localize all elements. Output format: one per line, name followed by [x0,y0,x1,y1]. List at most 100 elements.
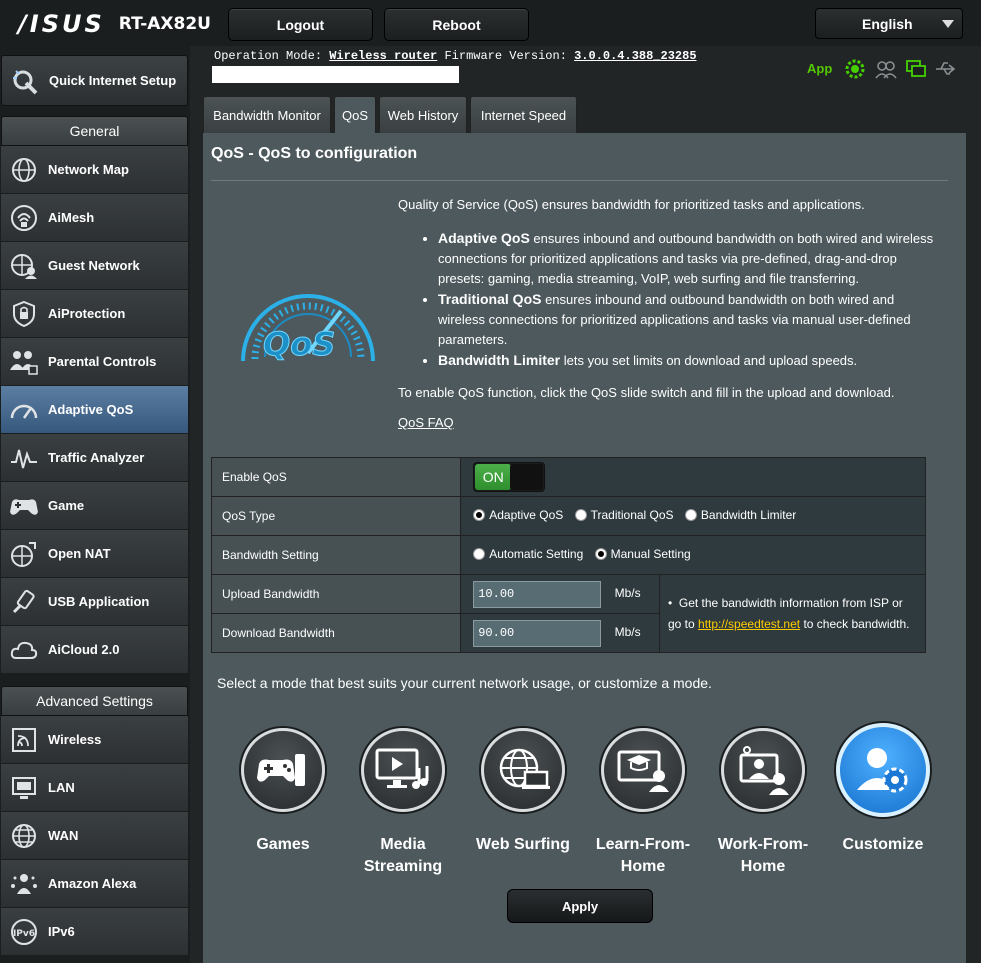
sidebar-item-adaptive-qos[interactable]: Adaptive QoS [1,386,188,434]
mode-media-streaming[interactable]: Media Streaming [343,728,463,878]
sidebar-item-network-map[interactable]: Network Map [1,146,188,194]
gear-icon[interactable] [843,57,867,81]
aimesh-icon [6,200,42,236]
unit-label: Mb/s [614,586,641,600]
mode-prompt: Select a mode that best suits your curre… [217,675,712,691]
sidebar-item-wireless[interactable]: Wireless [1,716,188,764]
parental-controls-icon [6,344,42,380]
sidebar-item-label: LAN [48,780,75,795]
reboot-button[interactable]: Reboot [384,8,529,41]
op-mode-link[interactable]: Wireless router [329,49,437,63]
sidebar-item-label: Wireless [48,732,102,747]
sidebar-item-label: Amazon Alexa [48,876,137,891]
sidebar-item-lan[interactable]: LAN [1,764,188,812]
radio-traditional-qos[interactable]: Traditional QoS [574,508,674,522]
radio-bandwidth-limiter[interactable]: Bandwidth Limiter [684,508,796,522]
mode-work-from-home[interactable]: Work-From- Home [703,728,823,878]
sidebar-item-game[interactable]: Game [1,482,188,530]
advanced-settings-header: Advanced Settings [1,686,188,716]
sidebar-item-ipv6[interactable]: IPv6 IPv6 [1,908,188,956]
language-select[interactable]: English [815,8,963,39]
enable-note: To enable QoS function, click the QoS sl… [398,385,895,400]
tab-qos[interactable]: QoS [334,96,376,133]
general-menu: Network Map AiMesh Guest Network AiProtecti… [1,146,188,674]
tab-internet-speed[interactable]: Internet Speed [470,96,577,133]
tab-web-history[interactable]: Web History [379,96,467,133]
mode-learn-from-home[interactable]: Learn-From- Home [583,728,703,878]
list-item: Traditional QoS ensures inbound and outb… [438,289,938,350]
sidebar-item-label: AiCloud 2.0 [48,642,120,657]
sidebar-item-guest-network[interactable]: Guest Network [1,242,188,290]
download-bandwidth-input[interactable] [473,619,602,647]
table-row: Bandwidth Setting Automatic Setting Manu… [210,535,926,575]
sidebar-item-aicloud-2-0[interactable]: AiCloud 2.0 [1,626,188,674]
firmware-link[interactable]: 3.0.0.4.388_23285 [574,49,696,63]
svg-text:IPv6: IPv6 [13,929,35,939]
sidebar-item-parental-controls[interactable]: Parental Controls [1,338,188,386]
sidebar-item-wan[interactable]: WAN [1,812,188,860]
games-icon [241,728,325,812]
list-item: Bandwidth Limiter lets you set limits on… [438,350,938,371]
radio-label: Traditional QoS [590,508,674,522]
enable-qos-label: Enable QoS [210,457,462,497]
speedtest-link[interactable]: http://speedtest.net [698,617,800,631]
tab-bandwidth-monitor[interactable]: Bandwidth Monitor [203,96,331,133]
quick-internet-setup-button[interactable]: Quick Internet Setup [1,55,188,106]
media-streaming-icon [361,728,445,812]
sidebar-item-aiprotection[interactable]: AiProtection [1,290,188,338]
qos-description: Quality of Service (QoS) ensures bandwid… [398,195,938,403]
sidebar-item-traffic-analyzer[interactable]: Traffic Analyzer [1,434,188,482]
radio-adaptive-qos[interactable]: Adaptive QoS [473,508,563,522]
wizard-icon [7,63,43,99]
bullet-title: Traditional QoS [438,291,542,307]
sidebar-item-label: Guest Network [48,258,140,273]
sidebar-item-usb-application[interactable]: USB Application [1,578,188,626]
speedometer-icon [6,392,42,428]
qos-faq-link[interactable]: QoS FAQ [398,415,454,430]
sidebar-item-label: Adaptive QoS [48,402,134,417]
mode-web-surfing[interactable]: Web Surfing [463,728,583,856]
isp-note: • Get the bandwidth information from ISP… [660,593,925,635]
radio-label: Adaptive QoS [489,508,564,522]
top-header: /ISUS RT-AX82U Logout Reboot English [0,0,981,46]
general-header: General [1,116,188,146]
web-surfing-icon [481,728,565,812]
usb-status-icon[interactable] [934,57,958,81]
sidebar: Quick Internet Setup General Network Map… [0,46,190,963]
apply-button[interactable]: Apply [507,889,653,923]
work-from-home-icon [721,728,805,812]
op-mode-label: Operation Mode: [214,49,323,63]
bullet-text: lets you set limits on download and uplo… [560,353,858,368]
logout-button[interactable]: Logout [228,8,373,41]
wireless-icon [6,722,42,758]
radio-manual-setting[interactable]: Manual Setting [594,547,691,561]
clients-icon[interactable] [874,57,898,81]
page-title: QoS - QoS to configuration [211,145,418,162]
sidebar-item-amazon-alexa[interactable]: Amazon Alexa [1,860,188,908]
mode-customize[interactable]: Customize [823,723,943,856]
mode-label: Media Streaming [363,836,443,875]
radio-dot [473,548,486,560]
upload-bandwidth-label: Upload Bandwidth [210,574,462,614]
sidebar-item-aimesh[interactable]: AiMesh [1,194,188,242]
qos-speedometer-logo: QoS [233,273,383,378]
sidebar-item-label: Parental Controls [48,354,157,369]
notice-bar [212,66,459,83]
enable-qos-toggle[interactable]: ON [473,462,546,492]
lock-icon [6,296,42,332]
app-link[interactable]: App [807,61,832,76]
divider [211,180,948,181]
radio-automatic-setting[interactable]: Automatic Setting [473,547,583,561]
ipv6-icon: IPv6 [6,914,42,950]
radio-dot [594,548,607,560]
sidebar-item-label: Open NAT [48,546,111,561]
qos-type-label: QoS Type [210,496,462,536]
firmware-label: Firmware Version: [444,49,567,63]
intro-text: Quality of Service (QoS) ensures bandwid… [398,197,865,212]
upload-bandwidth-input[interactable] [473,580,602,608]
svg-text:QoS: QoS [263,325,335,363]
network-status-icon[interactable] [904,57,928,81]
mode-games[interactable]: Games [223,728,343,856]
sidebar-item-open-nat[interactable]: Open NAT [1,530,188,578]
bullet-title: Adaptive QoS [438,230,530,246]
